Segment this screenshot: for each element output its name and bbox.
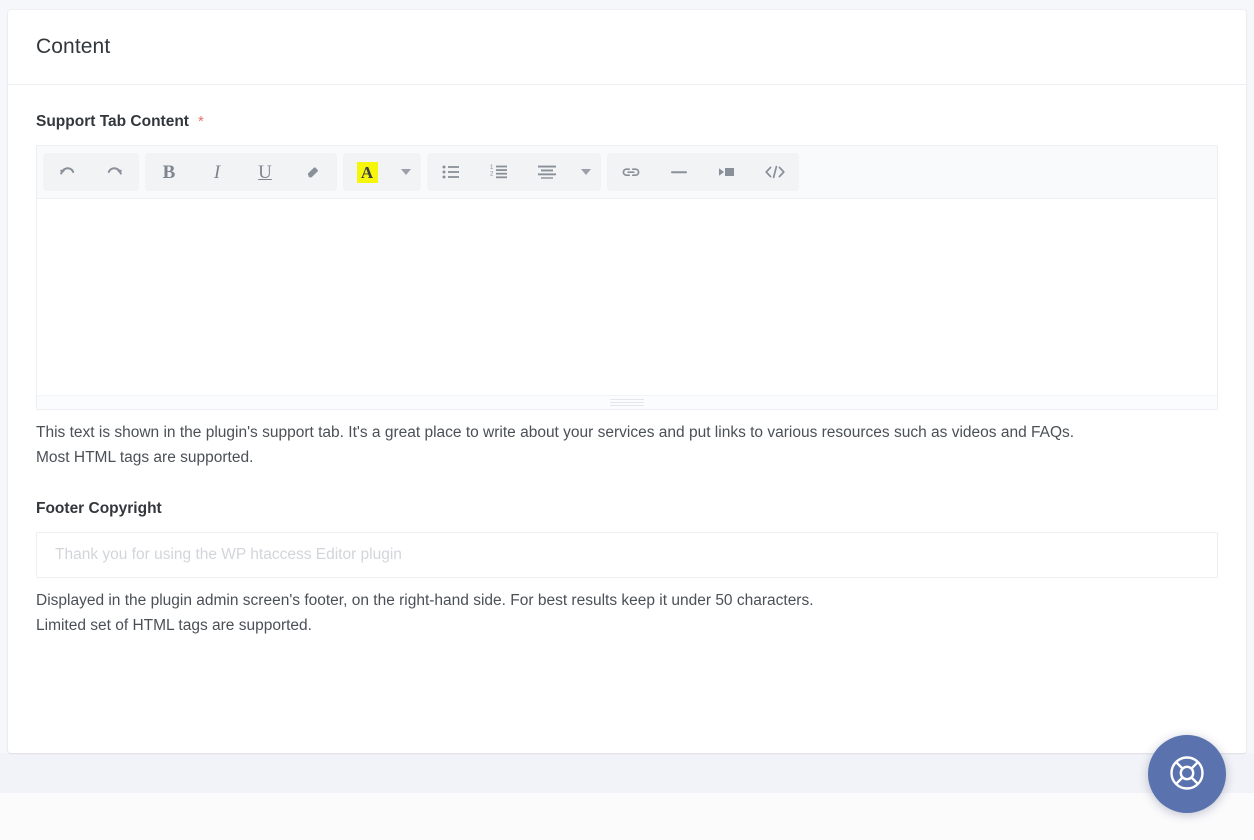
highlight-color-icon: A <box>356 161 378 183</box>
footer-copyright-help-line-1: Displayed in the plugin admin screen's f… <box>36 592 814 610</box>
remove-format-button[interactable] <box>289 153 337 191</box>
support-tab-help-line-2: Most HTML tags are supported. <box>36 449 254 467</box>
italic-icon: I <box>213 161 221 183</box>
support-button[interactable] <box>1148 735 1226 813</box>
toolbar-group-insert <box>607 153 799 191</box>
footer-copyright-field: Footer Copyright Displayed in the plugin… <box>36 500 1218 638</box>
bold-icon: B <box>162 161 176 183</box>
redo-button[interactable] <box>91 153 139 191</box>
bulleted-list-icon <box>442 164 460 180</box>
support-tab-content-field: Support Tab Content * B I U A 1 2 This t… <box>36 113 1218 470</box>
italic-button[interactable]: I <box>193 153 241 191</box>
footer-copyright-input[interactable] <box>36 532 1218 579</box>
alignment-button[interactable] <box>523 153 571 191</box>
page-bottom-strip <box>0 793 1254 840</box>
numbered-list-button[interactable]: 1 2 <box>475 153 523 191</box>
page-root: Content Support Tab Content * B I U A 1 … <box>0 0 1254 840</box>
chevron-down-icon <box>401 169 411 175</box>
support-tab-content-help: This text is shown in the plugin's suppo… <box>36 420 1216 470</box>
footer-copyright-label: Footer Copyright <box>36 500 1218 518</box>
alignment-dropdown-button[interactable] <box>571 153 601 191</box>
insert-link-button[interactable] <box>607 153 655 191</box>
field-spacer <box>36 470 1218 500</box>
rich-text-editor[interactable]: B I U A 1 2 <box>36 145 1218 410</box>
content-card: Content Support Tab Content * B I U A 1 … <box>8 10 1246 753</box>
insert-media-button[interactable] <box>703 153 751 191</box>
undo-button[interactable] <box>43 153 91 191</box>
bulleted-list-button[interactable] <box>427 153 475 191</box>
underline-icon: U <box>258 161 272 183</box>
numbered-list-icon: 1 2 <box>490 164 508 180</box>
editor-toolbar: B I U A 1 2 <box>37 146 1217 199</box>
link-icon <box>621 164 641 180</box>
toolbar-group-text-color: A <box>343 153 421 191</box>
card-header: Content <box>8 10 1246 85</box>
svg-text:2: 2 <box>490 172 494 178</box>
undo-icon <box>57 162 77 182</box>
card-body: Support Tab Content * B I U A 1 2 This t… <box>8 85 1246 638</box>
redo-icon <box>105 162 125 182</box>
support-tab-content-label-text: Support Tab Content <box>36 113 189 130</box>
required-asterisk: * <box>197 113 204 130</box>
editor-resize-handle[interactable] <box>37 395 1217 409</box>
text-color-dropdown-button[interactable] <box>391 153 421 191</box>
page-title: Content <box>36 35 111 58</box>
page-bottom-band <box>0 753 1254 793</box>
resize-grip-icon <box>610 399 644 406</box>
eraser-icon <box>304 163 322 181</box>
source-code-button[interactable] <box>751 153 799 191</box>
support-tab-content-label: Support Tab Content * <box>36 113 1218 131</box>
source-code-icon <box>764 164 786 180</box>
footer-copyright-help-line-2: Limited set of HTML tags are supported. <box>36 617 312 635</box>
support-tab-help-line-1: This text is shown in the plugin's suppo… <box>36 424 1075 441</box>
underline-button[interactable]: U <box>241 153 289 191</box>
toolbar-group-history <box>43 153 139 191</box>
footer-copyright-help: Displayed in the plugin admin screen's f… <box>36 588 1216 638</box>
svg-text:1: 1 <box>490 165 494 171</box>
align-icon <box>538 165 556 179</box>
horizontal-rule-icon <box>670 165 688 179</box>
video-icon <box>717 165 737 179</box>
chevron-down-icon <box>581 169 591 175</box>
highlight-color-button[interactable]: A <box>343 153 391 191</box>
lifebuoy-icon <box>1166 752 1208 797</box>
toolbar-group-formatting: B I U <box>145 153 337 191</box>
toolbar-group-lists: 1 2 <box>427 153 601 191</box>
horizontal-rule-button[interactable] <box>655 153 703 191</box>
editor-content-area[interactable] <box>37 199 1217 395</box>
bold-button[interactable]: B <box>145 153 193 191</box>
footer-copyright-label-text: Footer Copyright <box>36 500 162 518</box>
